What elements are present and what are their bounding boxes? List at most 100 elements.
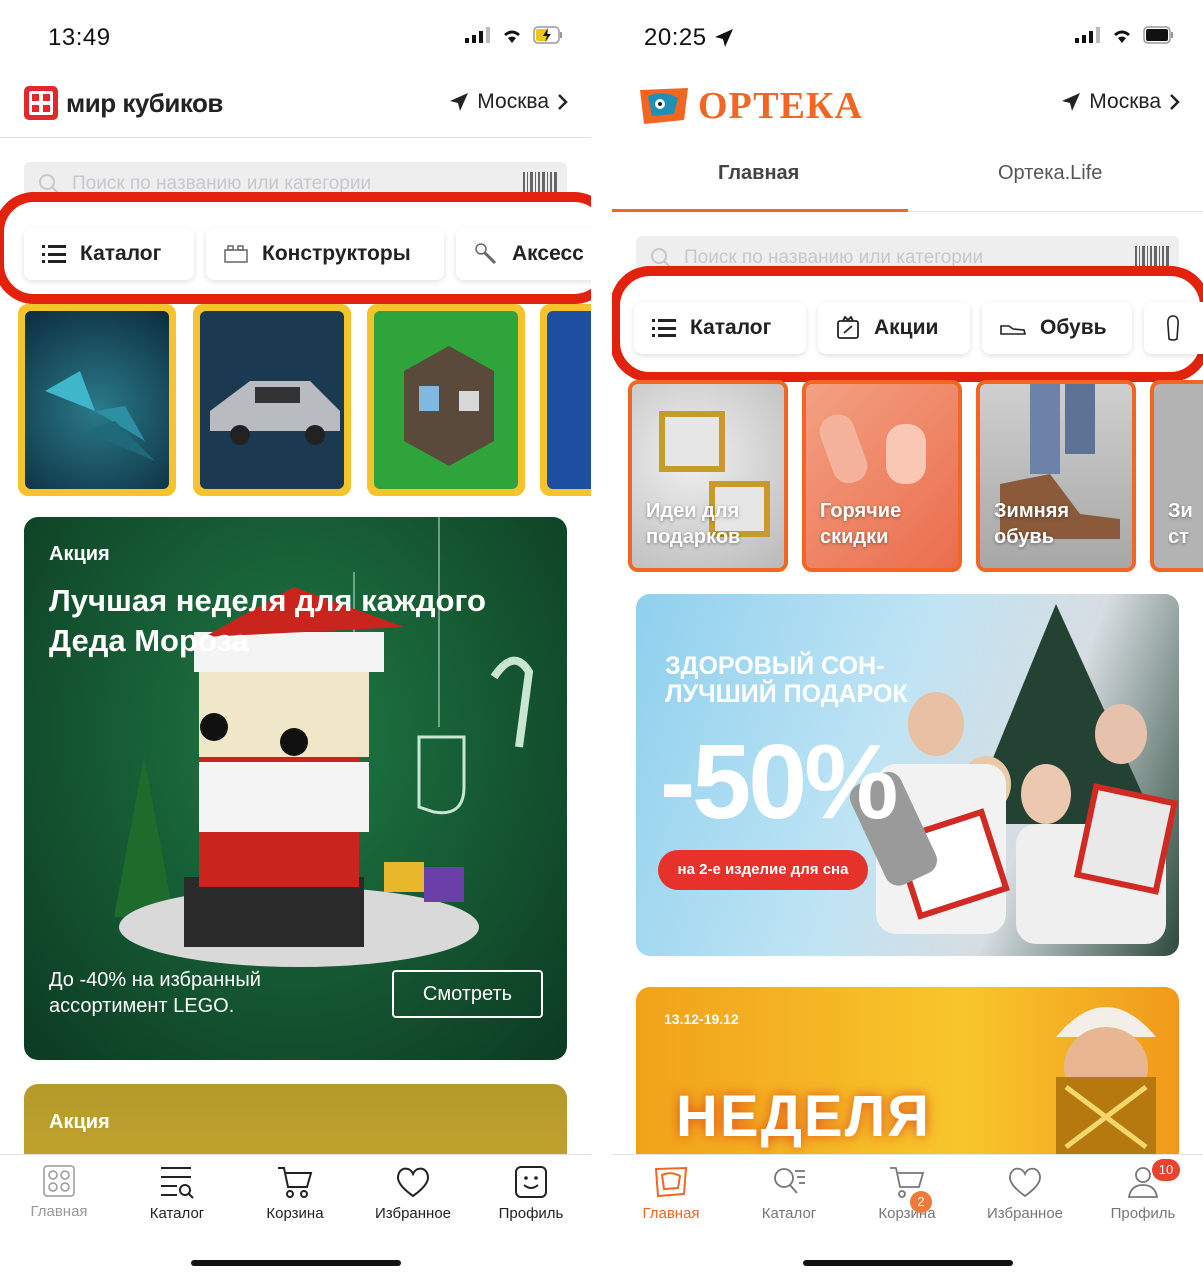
- promo-banner-sleep[interactable]: ЗДОРОВЫЙ СОН- ЛУЧШИЙ ПОДАРОК -50% на 2-е…: [636, 594, 1179, 956]
- category-label: Идеи для подарков: [646, 500, 741, 548]
- chip-more[interactable]: [1144, 302, 1203, 354]
- banner-subtitle: До -40% на избранный ассортимент LEGO.: [49, 969, 261, 1017]
- category-gift-ideas[interactable]: Идеи для подарков: [628, 380, 788, 572]
- location-active-icon: [715, 29, 733, 47]
- bottom-tab-bar: Главная Каталог Корзина Избранное Профил…: [0, 1154, 591, 1280]
- chip-accessories[interactable]: Аксесс: [456, 228, 591, 280]
- tab-profile[interactable]: 10 Профиль: [1088, 1159, 1198, 1222]
- city-selector[interactable]: Москва: [449, 90, 569, 114]
- category-next[interactable]: Зи ст: [1150, 380, 1203, 572]
- category-winter-shoes[interactable]: Зимняя обувь: [976, 380, 1136, 572]
- tab-label: Профиль: [498, 1205, 564, 1222]
- tab-label: Избранное: [986, 1205, 1064, 1222]
- product-thumb[interactable]: [540, 304, 591, 496]
- wifi-icon: [1114, 30, 1130, 43]
- battery-charging-icon: [533, 26, 562, 44]
- chip-label: Акции: [874, 316, 939, 339]
- smiley-block-icon: [515, 1166, 547, 1198]
- category-hot-deals[interactable]: Горячие скидки: [802, 380, 962, 572]
- brick-icon: [224, 245, 248, 263]
- list-icon: [652, 319, 676, 337]
- screens-divider: [591, 0, 612, 1280]
- tab-favorites[interactable]: Избранное: [358, 1165, 468, 1222]
- tab-label: Каталог: [149, 1205, 205, 1222]
- chip-catalog[interactable]: Каталог: [634, 302, 806, 354]
- tab-orteka-life[interactable]: Ортека.Life: [998, 162, 1102, 185]
- home-indicator[interactable]: [190, 1260, 401, 1266]
- banner-tag: Акция: [49, 1111, 110, 1133]
- category-label: Зимняя обувь: [994, 500, 1070, 548]
- chip-catalog[interactable]: Каталог: [24, 228, 194, 280]
- status-icons: [1075, 26, 1175, 44]
- tab-home[interactable]: Главная: [4, 1165, 114, 1220]
- location-arrow-icon: [450, 93, 469, 111]
- status-icons: [465, 26, 563, 44]
- orteka-logo[interactable]: ОРТЕКА: [638, 84, 863, 128]
- logo-text: ОРТЕКА: [698, 85, 863, 127]
- tab-home[interactable]: Главная: [616, 1165, 726, 1222]
- chip-sales[interactable]: Акции: [818, 302, 970, 354]
- catalog-search-icon: [161, 1167, 194, 1199]
- orteka-mascot-icon: [640, 88, 688, 124]
- tab-label: Главная: [30, 1203, 88, 1220]
- banner-tag: Акция: [49, 543, 110, 565]
- profile-badge: 10: [1152, 1159, 1180, 1181]
- minecraft-set-image: [374, 311, 518, 489]
- car-image: [210, 381, 340, 445]
- tab-label: Корзина: [266, 1205, 324, 1222]
- tab-cart[interactable]: Корзина: [240, 1165, 350, 1222]
- insole-icon: [1167, 315, 1179, 341]
- promo-banner-lego[interactable]: Акция Лучшая неделя для каждого Деда Мор…: [24, 517, 567, 1060]
- tab-catalog[interactable]: Каталог: [734, 1165, 844, 1222]
- view-button[interactable]: Смотреть: [392, 970, 543, 1018]
- chip-constructors[interactable]: Конструкторы: [206, 228, 444, 280]
- list-icon: [42, 245, 66, 263]
- chip-label: Обувь: [1040, 316, 1107, 339]
- app-header: ОРТЕКА Москва: [612, 70, 1203, 138]
- mirkubikov-logo[interactable]: мир кубиков: [24, 86, 223, 120]
- category-label: Зи ст: [1168, 500, 1192, 548]
- chevron-right-icon: [558, 94, 568, 110]
- tab-profile[interactable]: Профиль: [476, 1165, 586, 1222]
- banner-dates: 13.12-19.12: [664, 1011, 739, 1027]
- city-selector[interactable]: Москва: [1061, 90, 1181, 114]
- logo-text: мир кубиков: [66, 87, 223, 118]
- banner-pill: на 2-е изделие для сна: [658, 850, 868, 890]
- tab-cart[interactable]: 2 Корзина: [852, 1165, 962, 1222]
- dice-logo-icon: [24, 86, 58, 120]
- signal-icon: [1075, 27, 1100, 43]
- home-indicator[interactable]: [802, 1260, 1013, 1266]
- tab-main[interactable]: Главная: [718, 162, 799, 185]
- segment-tabs: Главная Ортека.Life: [612, 138, 1203, 212]
- banner-title: Лучшая неделя для каждого Деда Мороза: [49, 583, 486, 658]
- status-bar: 13:49: [0, 22, 591, 54]
- status-time: 13:49: [48, 24, 111, 51]
- orteka-screen: 20:25 ОРТЕКА Москва Главная Ортека.Life …: [612, 0, 1203, 1280]
- heart-icon: [396, 1167, 430, 1198]
- chip-shoes[interactable]: Обувь: [982, 302, 1132, 354]
- active-tab-indicator: [612, 209, 908, 212]
- signal-icon: [465, 27, 490, 43]
- chevron-right-icon: [1170, 94, 1180, 110]
- shoe-icon: [1000, 325, 1026, 335]
- location-arrow-icon: [1062, 93, 1081, 111]
- product-thumb[interactable]: [367, 304, 525, 496]
- tab-catalog[interactable]: Каталог: [122, 1165, 232, 1222]
- tab-label: Главная: [642, 1205, 700, 1222]
- product-thumb[interactable]: [18, 304, 176, 496]
- app-header: мир кубиков Москва: [0, 70, 591, 138]
- house-image: [404, 346, 494, 466]
- cart-icon: [278, 1167, 313, 1198]
- tab-label: Избранное: [374, 1205, 452, 1222]
- chip-label: Аксесс: [512, 242, 584, 265]
- delorean-image: [200, 311, 344, 489]
- cart-badge: 2: [910, 1191, 932, 1213]
- status-bar: 20:25: [612, 22, 1203, 54]
- tab-favorites[interactable]: Избранное: [970, 1165, 1080, 1222]
- banner-headline: НЕДЕЛЯ: [676, 1084, 931, 1149]
- avatar-set-image: [25, 311, 169, 489]
- tab-label: Профиль: [1110, 1205, 1176, 1222]
- product-thumb[interactable]: [193, 304, 351, 496]
- mir-kubikov-screen: 13:49 мир кубиков Москва Поиск по назван…: [0, 0, 591, 1280]
- banner-headline: ЗДОРОВЫЙ СОН- ЛУЧШИЙ ПОДАРОК: [665, 652, 908, 708]
